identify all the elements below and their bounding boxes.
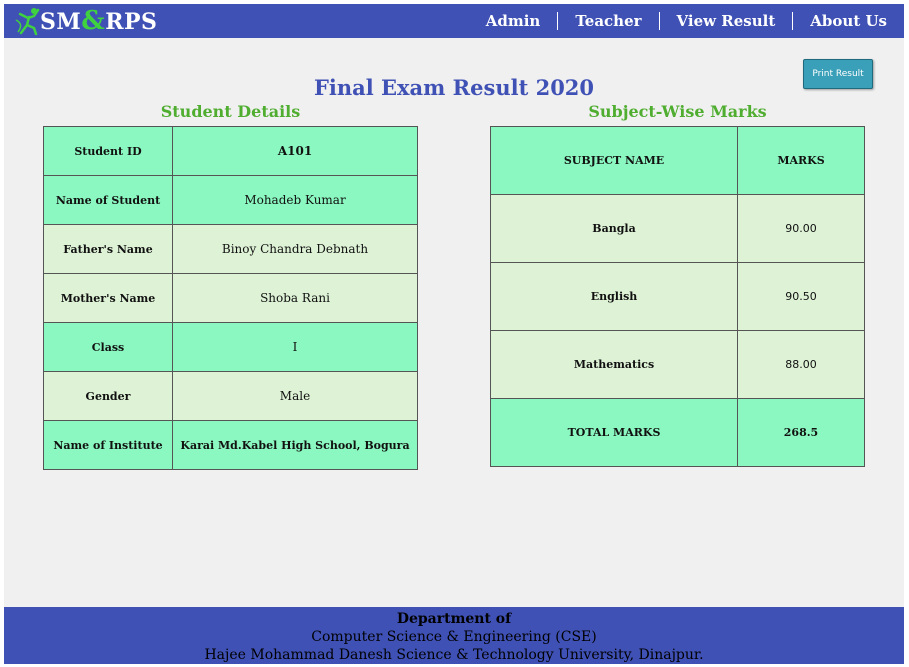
- footer-department-name: Computer Science & Engineering (CSE): [311, 629, 597, 645]
- table-row: Name of Institute Karai Md.Kabel High Sc…: [43, 420, 418, 470]
- row-value: Male: [172, 371, 418, 421]
- subject-marks: 90.00: [737, 194, 865, 263]
- row-label: Name of Student: [43, 175, 173, 225]
- table-row: Student ID A101: [43, 126, 418, 176]
- logo-text-left: SM: [40, 9, 82, 35]
- footer: Department of Computer Science & Enginee…: [4, 607, 904, 664]
- footer-university: Hajee Mohammad Danesh Science & Technolo…: [204, 647, 704, 663]
- site-logo[interactable]: SM&RPS: [14, 6, 157, 36]
- top-navbar: SM&RPS Admin Teacher View Result About U…: [4, 4, 904, 38]
- subject-marks-table: SUBJECT NAME MARKS Bangla 90.00 English …: [490, 126, 865, 467]
- subject-name: English: [490, 262, 738, 331]
- total-row: TOTAL MARKS 268.5: [490, 398, 865, 467]
- row-label: Father's Name: [43, 224, 173, 274]
- main-nav: Admin Teacher View Result About Us: [469, 4, 904, 38]
- subject-marks: 90.50: [737, 262, 865, 331]
- table-row: Bangla 90.00: [490, 194, 865, 263]
- row-value: I: [172, 322, 418, 372]
- marks-header: MARKS: [737, 126, 865, 195]
- subject-name: Bangla: [490, 194, 738, 263]
- table-row: Name of Student Mohadeb Kumar: [43, 175, 418, 225]
- row-value: Karai Md.Kabel High School, Bogura: [172, 420, 418, 470]
- row-label: Name of Institute: [43, 420, 173, 470]
- total-label: TOTAL MARKS: [490, 398, 738, 467]
- logo-text-right: RPS: [105, 9, 158, 35]
- row-value: Binoy Chandra Debnath: [172, 224, 418, 274]
- table-row: Mother's Name Shoba Rani: [43, 273, 418, 323]
- table-row: Class I: [43, 322, 418, 372]
- table-row: English 90.50: [490, 262, 865, 331]
- row-value: Shoba Rani: [172, 273, 418, 323]
- total-value: 268.5: [737, 398, 865, 467]
- row-label: Class: [43, 322, 173, 372]
- student-details-title: Student Details: [160, 102, 301, 121]
- page-title: Final Exam Result 2020: [313, 75, 595, 100]
- nav-view-result[interactable]: View Result: [658, 12, 793, 30]
- nav-admin[interactable]: Admin: [469, 12, 558, 30]
- subject-marks-title: Subject-Wise Marks: [588, 102, 767, 121]
- subject-name-header: SUBJECT NAME: [490, 126, 738, 195]
- table-header-row: SUBJECT NAME MARKS: [490, 126, 865, 195]
- row-label: Mother's Name: [43, 273, 173, 323]
- nav-teacher[interactable]: Teacher: [557, 12, 658, 30]
- table-row: Father's Name Binoy Chandra Debnath: [43, 224, 418, 274]
- row-value: A101: [172, 126, 418, 176]
- subject-marks: 88.00: [737, 330, 865, 399]
- row-label: Gender: [43, 371, 173, 421]
- page-frame: SM&RPS Admin Teacher View Result About U…: [4, 4, 904, 664]
- footer-department: Department of: [396, 611, 512, 627]
- row-value: Mohadeb Kumar: [172, 175, 418, 225]
- table-row: Gender Male: [43, 371, 418, 421]
- row-label: Student ID: [43, 126, 173, 176]
- subject-name: Mathematics: [490, 330, 738, 399]
- logo-text: SM&RPS: [40, 6, 157, 36]
- nav-about-us[interactable]: About Us: [792, 12, 904, 30]
- student-details-table: Student ID A101 Name of Student Mohadeb …: [43, 126, 418, 470]
- table-row: Mathematics 88.00: [490, 330, 865, 399]
- logo-ampersand: &: [81, 6, 106, 36]
